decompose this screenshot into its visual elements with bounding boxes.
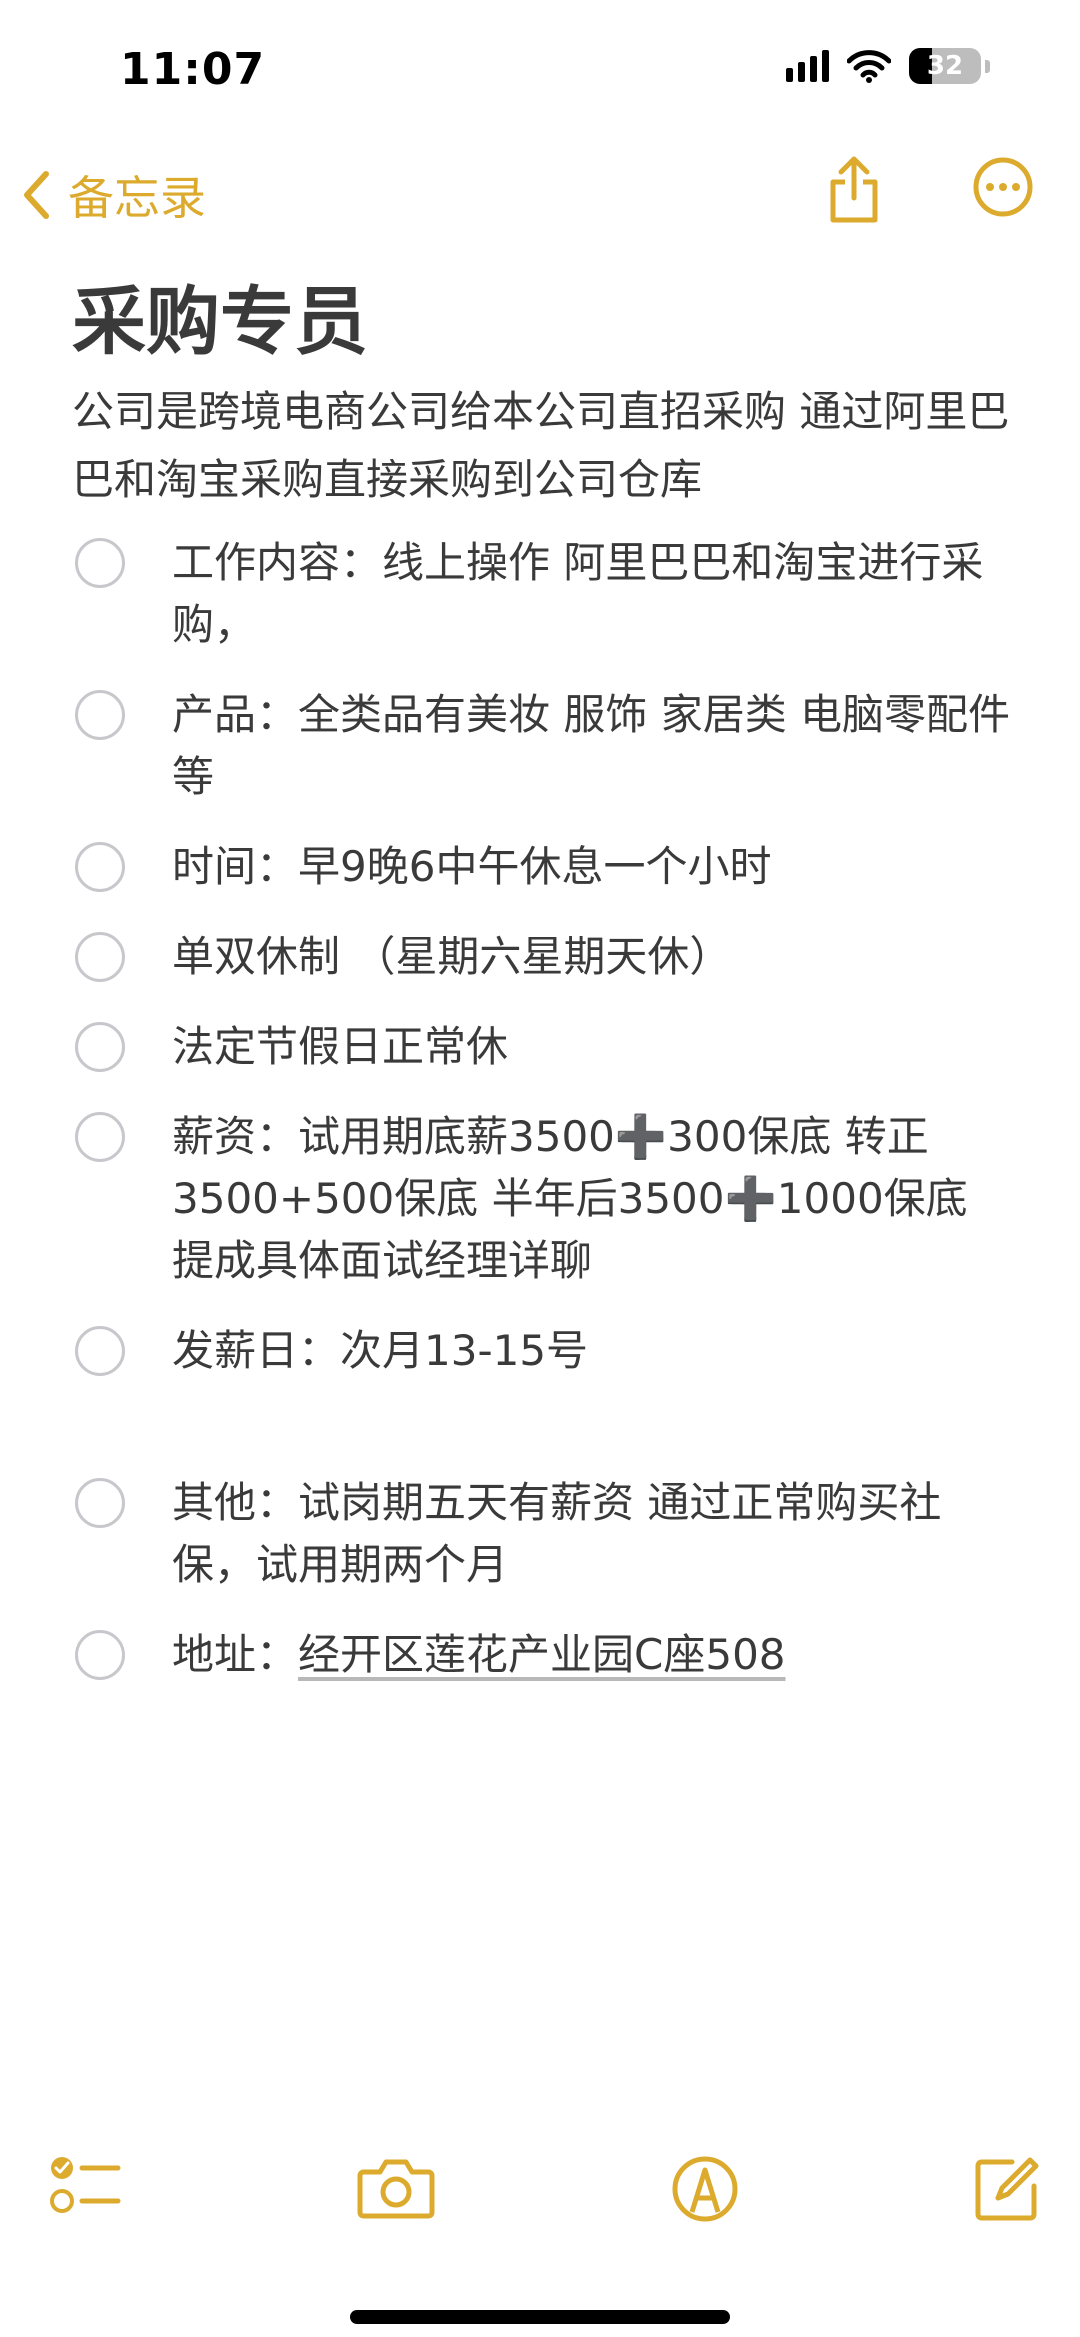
cellular-signal-icon — [786, 50, 829, 82]
address-label: 地址： — [172, 1630, 299, 1679]
checklist-item-text: 工作内容：线上操作 阿里巴巴和淘宝进行采购， — [172, 538, 984, 649]
checklist-item-address[interactable]: 地址：经开区莲花产业园C座508 — [72, 1624, 1020, 1686]
battery-icon: 32 — [909, 48, 981, 84]
checklist-item-text: 发薪日：次月13-15号 — [172, 1326, 589, 1375]
status-icons: 32 — [786, 48, 990, 84]
share-button[interactable] — [826, 154, 882, 228]
checklist-item-holidays[interactable]: 法定节假日正常休 — [72, 1016, 1020, 1078]
bottom-toolbar — [0, 2150, 1080, 2240]
checklist-icon — [50, 2157, 121, 2213]
checkbox-circle-icon[interactable] — [75, 1630, 125, 1680]
compose-button[interactable] — [972, 2154, 1042, 2228]
checkbox-circle-icon[interactable] — [75, 842, 125, 892]
checklist-item-payday[interactable]: 发薪日：次月13-15号 — [72, 1320, 1020, 1382]
checkbox-circle-icon[interactable] — [75, 1326, 125, 1376]
compose-icon — [975, 2157, 1039, 2221]
back-button[interactable]: 备忘录 — [22, 162, 206, 228]
markup-button[interactable] — [670, 2154, 740, 2228]
battery-tip — [985, 59, 990, 73]
checkbox-circle-icon[interactable] — [75, 538, 125, 588]
checkbox-circle-icon[interactable] — [75, 932, 125, 982]
note-intro[interactable]: 公司是跨境电商公司给本公司直招采购 通过阿里巴巴和淘宝采购直接采购到公司仓库 — [72, 378, 1020, 514]
checklist-item-text: 产品：全类品有美妆 服饰 家居类 电脑零配件等 — [172, 690, 1011, 801]
checklist-item-other[interactable]: 其他：试岗期五天有薪资 通过正常购买社保，试用期两个月 — [72, 1472, 1020, 1596]
checkbox-circle-icon[interactable] — [75, 690, 125, 740]
camera-button[interactable] — [356, 2154, 436, 2228]
checklist-item-text: 单双休制 （星期六星期天休） — [172, 932, 732, 981]
address-link[interactable]: 经开区莲花产业园C座508 — [298, 1630, 786, 1679]
note-title[interactable]: 采购专员 — [72, 272, 1020, 372]
more-icon — [973, 157, 1033, 217]
back-label: 备忘录 — [68, 171, 206, 225]
status-time: 11:07 — [120, 44, 266, 95]
checklist-item-text: 时间：早9晚6中午休息一个小时 — [172, 842, 772, 891]
chevron-left-icon — [24, 171, 49, 219]
nav-bar: 备忘录 — [0, 150, 1080, 240]
checklist-item-text: 薪资：试用期底薪3500➕300保底 转正3500+500保底 半年后3500➕… — [172, 1112, 968, 1285]
checklist: 工作内容：线上操作 阿里巴巴和淘宝进行采购， 产品：全类品有美妆 服饰 家居类 … — [72, 532, 1020, 1686]
checklist-item-job-content[interactable]: 工作内容：线上操作 阿里巴巴和淘宝进行采购， — [72, 532, 1020, 656]
note-body[interactable]: 采购专员 公司是跨境电商公司给本公司直招采购 通过阿里巴巴和淘宝采购直接采购到公… — [72, 272, 1020, 1686]
home-indicator[interactable] — [350, 2310, 730, 2324]
checklist-item-salary[interactable]: 薪资：试用期底薪3500➕300保底 转正3500+500保底 半年后3500➕… — [72, 1106, 1020, 1292]
markup-icon — [672, 2156, 738, 2222]
checkbox-circle-icon[interactable] — [75, 1022, 125, 1072]
wifi-icon — [847, 50, 891, 83]
battery-level: 32 — [926, 51, 964, 81]
checkbox-circle-icon[interactable] — [75, 1112, 125, 1162]
camera-icon — [357, 2159, 435, 2219]
checklist-button[interactable] — [48, 2154, 128, 2228]
more-button[interactable] — [972, 156, 1034, 222]
checklist-item-hours[interactable]: 时间：早9晚6中午休息一个小时 — [72, 836, 1020, 898]
checklist-item-text: 法定节假日正常休 — [172, 1022, 509, 1071]
checklist-item-rest-days[interactable]: 单双休制 （星期六星期天休） — [72, 926, 1020, 988]
checkbox-circle-icon[interactable] — [75, 1478, 125, 1528]
share-icon — [830, 156, 878, 223]
checklist-item-text: 其他：试岗期五天有薪资 通过正常购买社保，试用期两个月 — [172, 1478, 942, 1589]
checklist-item-products[interactable]: 产品：全类品有美妆 服饰 家居类 电脑零配件等 — [72, 684, 1020, 808]
status-bar: 11:07 32 — [0, 0, 1080, 140]
